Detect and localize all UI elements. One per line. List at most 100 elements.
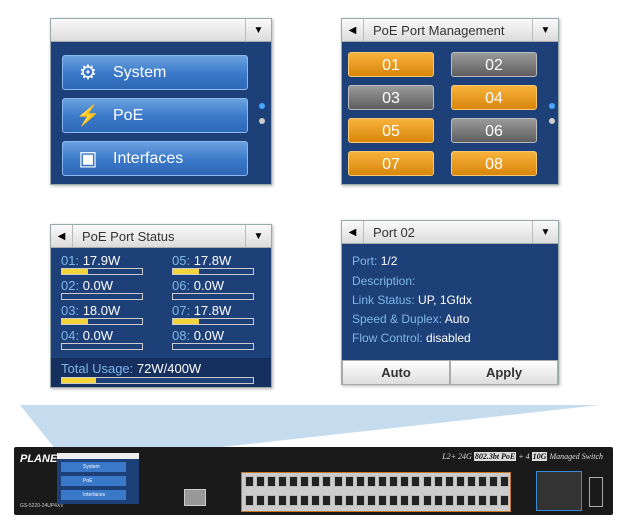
switch-title: L2+ 24G 802.3bt PoE + 4 10G Managed Swit… [442, 452, 603, 461]
port-power-bar [61, 268, 143, 275]
apply-button[interactable]: Apply [450, 360, 558, 385]
port-power-label: 03: 18.0W [61, 303, 121, 318]
menu-label: Interfaces [113, 149, 184, 167]
poe-port-button[interactable]: 03 [348, 85, 434, 110]
port-power-bar [172, 318, 254, 325]
rj45-port [267, 495, 276, 506]
rj45-port [467, 495, 476, 506]
panel-title: PoE Port Management [373, 23, 505, 38]
menu-label: System [113, 63, 167, 81]
poe-port-button[interactable]: 04 [451, 85, 537, 110]
menu-system-button[interactable]: ⚙ System [62, 55, 248, 90]
rj45-port [423, 495, 432, 506]
rj45-port [367, 476, 376, 487]
rj45-port [311, 495, 320, 506]
rj45-port [467, 476, 476, 487]
rj45-port [489, 495, 498, 506]
rj45-port [500, 495, 509, 506]
poe-icon: ⚡ [75, 105, 101, 127]
rj45-port [445, 495, 454, 506]
back-arrow-icon[interactable]: ◀ [51, 225, 73, 247]
port-power-label: 02: 0.0W [61, 278, 114, 293]
panel-title: Port 02 [373, 225, 415, 240]
port-power-label: 05: 17.8W [172, 253, 232, 268]
mini-system: System [61, 462, 126, 472]
field-flow-control: Flow Control: disabled [352, 331, 471, 345]
port-power-label: 06: 0.0W [172, 278, 225, 293]
rj45-port [389, 495, 398, 506]
port-power-bar [61, 318, 143, 325]
port-power-bar [172, 268, 254, 275]
rj45-port [356, 476, 365, 487]
port-power-label: 04: 0.0W [61, 328, 114, 343]
led-legend [589, 477, 603, 507]
dropdown-icon[interactable]: ▼ [245, 19, 271, 41]
poe-port-button[interactable]: 02 [451, 52, 537, 77]
total-usage-section: Total Usage: 72W/400W [51, 358, 271, 387]
rj45-port [389, 476, 398, 487]
rj45-port [300, 495, 309, 506]
switch-front-panel: PLANET GS-5220-24UP4XV System PoE Interf… [14, 447, 613, 515]
network-port-icon: ▣ [78, 148, 98, 170]
total-usage-label: Total Usage: [61, 361, 134, 376]
rj45-port [500, 476, 509, 487]
poe-port-button[interactable]: 06 [451, 118, 537, 143]
sfp-port-block [536, 471, 582, 511]
rj45-port [289, 495, 298, 506]
dropdown-icon[interactable]: ▼ [532, 19, 558, 41]
rj45-port [311, 476, 320, 487]
auto-button[interactable]: Auto [342, 360, 450, 385]
rj45-port [322, 495, 331, 506]
field-port: Port: 1/2 [352, 254, 398, 268]
field-speed-duplex: Speed & Duplex: Auto [352, 312, 470, 326]
rj45-port [345, 476, 354, 487]
poe-port-button[interactable]: 05 [348, 118, 434, 143]
total-usage-value: 72W/400W [136, 361, 202, 376]
menu-interfaces-button[interactable]: ▣ Interfaces [62, 141, 248, 176]
mini-lcd: System PoE Interfaces [57, 459, 139, 504]
port-detail-panel: ◀ Port 02 ▼ Port: 1/2 Description: Link St… [341, 220, 559, 385]
rj45-port [434, 495, 443, 506]
gear-icon: ⚙ [79, 62, 97, 84]
rj45-port [267, 476, 276, 487]
mini-interfaces: Interfaces [61, 490, 126, 500]
port-power-bar [61, 343, 143, 350]
mini-poe: PoE [61, 476, 126, 486]
menu-label: PoE [113, 106, 144, 124]
panel-header: ◀ Port 02 ▼ [342, 221, 558, 244]
rj45-port [345, 495, 354, 506]
panel-header: ◀ PoE Port Management ▼ [342, 19, 558, 42]
rj45-port [400, 476, 409, 487]
port-power-bar [172, 293, 254, 300]
rj45-port [256, 495, 265, 506]
rj45-port [334, 476, 343, 487]
rj45-port [478, 476, 487, 487]
rj45-port [456, 476, 465, 487]
poe-port-status-panel: ◀ PoE Port Status ▼ Total Usage: 72W/400W … [50, 224, 272, 388]
rj45-port [456, 495, 465, 506]
rj45-port [378, 476, 387, 487]
field-link-status: Link Status: UP, 1Gfdx [352, 293, 472, 307]
poe-port-button[interactable]: 01 [348, 52, 434, 77]
back-arrow-icon[interactable]: ◀ [342, 221, 364, 243]
rj45-port [489, 476, 498, 487]
port-power-label: 08: 0.0W [172, 328, 225, 343]
poe-port-button[interactable]: 08 [451, 151, 537, 176]
dropdown-icon[interactable]: ▼ [532, 221, 558, 243]
rj45-port [400, 495, 409, 506]
port-power-bar [172, 343, 254, 350]
main-menu-panel: ▼ ⚙ System ⚡ PoE ▣ Interfaces [50, 18, 272, 185]
rj45-port [245, 476, 254, 487]
poe-port-button[interactable]: 07 [348, 151, 434, 176]
rj45-port [256, 476, 265, 487]
panel-header: ◀ PoE Port Status ▼ [51, 225, 271, 248]
menu-poe-button[interactable]: ⚡ PoE [62, 98, 248, 133]
port-power-label: 07: 17.8W [172, 303, 232, 318]
back-arrow-icon[interactable]: ◀ [342, 19, 364, 41]
field-description: Description: [352, 274, 416, 288]
rj45-port [245, 495, 254, 506]
rj45-port [278, 476, 287, 487]
dropdown-icon[interactable]: ▼ [245, 225, 271, 247]
rj45-port [300, 476, 309, 487]
port-power-bar [61, 293, 143, 300]
